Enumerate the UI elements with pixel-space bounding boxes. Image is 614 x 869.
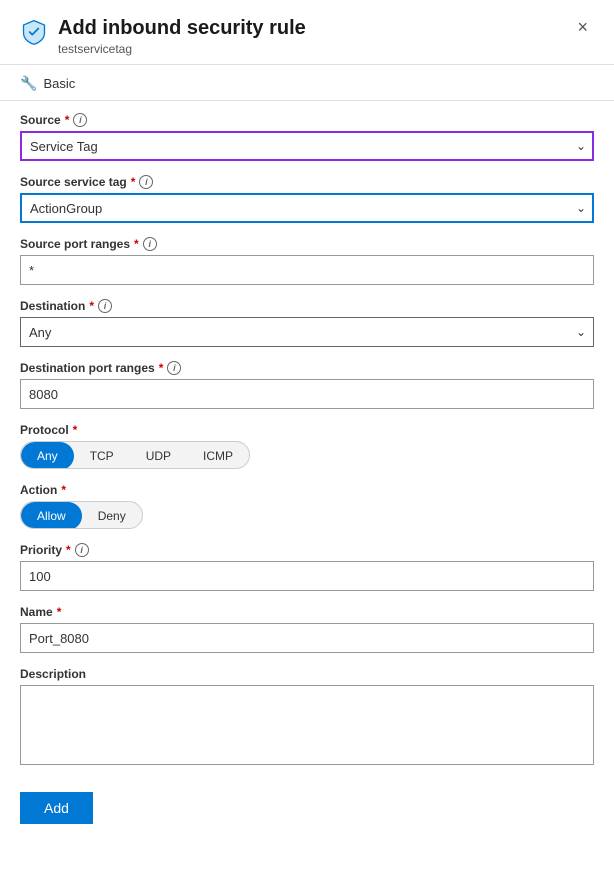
name-field-group: Name * [20, 605, 594, 653]
description-field-group: Description [20, 667, 594, 768]
source-required: * [65, 113, 70, 127]
header-left: Add inbound security rule testservicetag [20, 16, 306, 56]
destination-label: Destination * i [20, 299, 594, 313]
source-select-wrapper: Service Tag ⌄ [20, 131, 594, 161]
action-deny-button[interactable]: Deny [82, 502, 142, 529]
protocol-toggle-group: Any TCP UDP ICMP [20, 441, 250, 469]
destination-port-ranges-label: Destination port ranges * i [20, 361, 594, 375]
description-label: Description [20, 667, 594, 681]
source-port-ranges-label: Source port ranges * i [20, 237, 594, 251]
priority-field-group: Priority * i [20, 543, 594, 591]
close-button[interactable]: × [571, 16, 594, 38]
section-text: Basic [43, 76, 75, 91]
panel-title: Add inbound security rule [58, 16, 306, 40]
add-inbound-rule-panel: Add inbound security rule testservicetag… [0, 0, 614, 869]
add-button[interactable]: Add [20, 792, 93, 824]
destination-required: * [89, 299, 94, 313]
panel-subtitle: testservicetag [58, 42, 306, 56]
destination-port-ranges-input[interactable] [20, 379, 594, 409]
source-port-info-icon[interactable]: i [143, 237, 157, 251]
section-label: 🔧 Basic [0, 65, 614, 100]
source-service-tag-field-group: Source service tag * i ActionGroup ⌄ [20, 175, 594, 223]
title-block: Add inbound security rule testservicetag [58, 16, 306, 56]
source-service-tag-select[interactable]: ActionGroup [20, 193, 594, 223]
shield-icon [20, 18, 48, 49]
source-service-tag-required: * [131, 175, 136, 189]
protocol-udp-button[interactable]: UDP [130, 442, 187, 469]
action-toggle-group: Allow Deny [20, 501, 143, 529]
destination-select-wrapper: Any ⌄ [20, 317, 594, 347]
destination-select[interactable]: Any [20, 317, 594, 347]
protocol-field-group: Protocol * Any TCP UDP ICMP [20, 423, 594, 469]
panel-header: Add inbound security rule testservicetag… [0, 0, 614, 65]
source-info-icon[interactable]: i [73, 113, 87, 127]
protocol-required: * [73, 423, 78, 437]
description-textarea[interactable] [20, 685, 594, 765]
protocol-tcp-button[interactable]: TCP [74, 442, 130, 469]
destination-info-icon[interactable]: i [98, 299, 112, 313]
destination-field-group: Destination * i Any ⌄ [20, 299, 594, 347]
action-field-group: Action * Allow Deny [20, 483, 594, 529]
source-label: Source * i [20, 113, 594, 127]
destination-port-required: * [159, 361, 164, 375]
source-service-tag-label: Source service tag * i [20, 175, 594, 189]
destination-port-info-icon[interactable]: i [167, 361, 181, 375]
name-input[interactable] [20, 623, 594, 653]
name-required: * [57, 605, 62, 619]
action-allow-button[interactable]: Allow [21, 502, 82, 529]
protocol-any-button[interactable]: Any [21, 442, 74, 469]
form-body: Source * i Service Tag ⌄ Source service … [0, 101, 614, 844]
name-label: Name * [20, 605, 594, 619]
source-service-tag-select-wrapper: ActionGroup ⌄ [20, 193, 594, 223]
priority-label: Priority * i [20, 543, 594, 557]
source-port-required: * [134, 237, 139, 251]
action-required: * [61, 483, 66, 497]
source-select[interactable]: Service Tag [20, 131, 594, 161]
destination-port-ranges-field-group: Destination port ranges * i [20, 361, 594, 409]
protocol-icmp-button[interactable]: ICMP [187, 442, 249, 469]
source-port-ranges-input[interactable] [20, 255, 594, 285]
action-label: Action * [20, 483, 594, 497]
priority-required: * [66, 543, 71, 557]
source-service-tag-info-icon[interactable]: i [139, 175, 153, 189]
source-port-ranges-field-group: Source port ranges * i [20, 237, 594, 285]
priority-input[interactable] [20, 561, 594, 591]
protocol-label: Protocol * [20, 423, 594, 437]
source-field-group: Source * i Service Tag ⌄ [20, 113, 594, 161]
priority-info-icon[interactable]: i [75, 543, 89, 557]
wrench-icon: 🔧 [20, 75, 37, 92]
